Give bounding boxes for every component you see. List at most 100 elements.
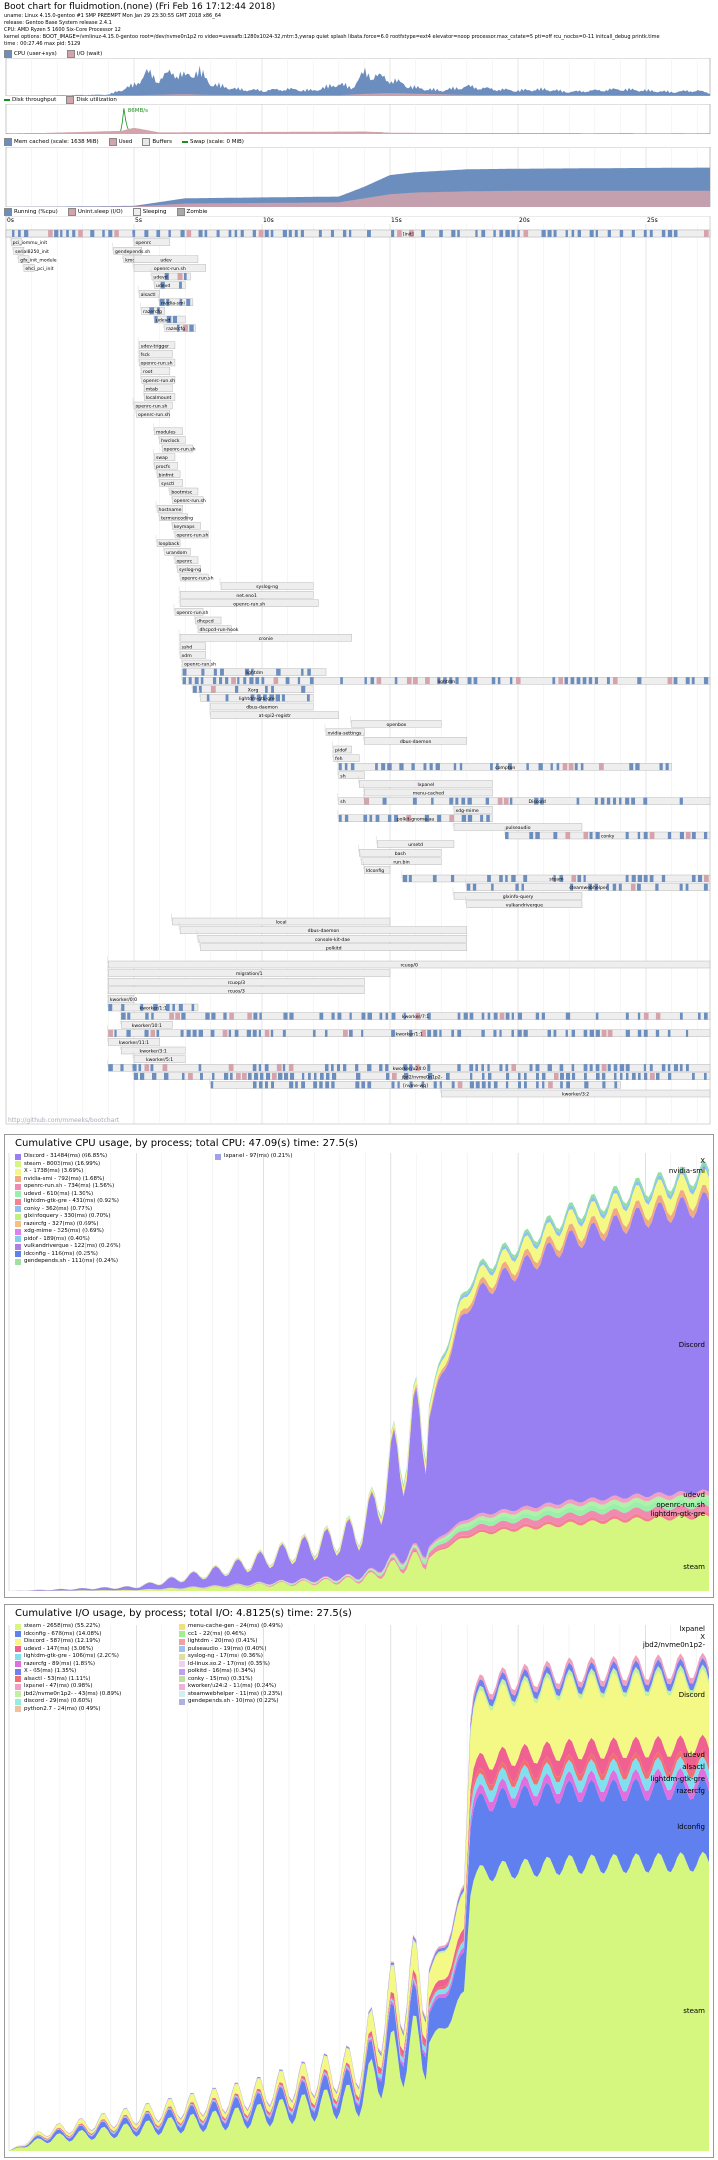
process-activity xyxy=(606,677,610,685)
process-activity xyxy=(258,1081,263,1089)
process-activity xyxy=(649,875,654,882)
process-activity xyxy=(222,1029,228,1037)
process-activity xyxy=(614,1081,618,1089)
process-activity xyxy=(469,1064,474,1072)
process-label: at-spi2-registr xyxy=(259,713,291,719)
process-activity xyxy=(213,668,217,676)
process-activity xyxy=(200,677,204,685)
process-activity xyxy=(553,1029,557,1037)
process-activity xyxy=(206,694,210,702)
process-label: pidof xyxy=(335,748,347,754)
process-label: local xyxy=(276,920,287,926)
process-activity xyxy=(521,883,524,891)
process-activity xyxy=(210,1029,215,1037)
process-activity xyxy=(493,1029,497,1037)
process-activity xyxy=(481,1012,485,1020)
process-label: ldconfig xyxy=(366,868,384,874)
process-label: hostname xyxy=(159,507,182,513)
process-activity xyxy=(450,875,455,882)
process-activity xyxy=(619,230,624,237)
process-label: pulseaudio xyxy=(505,825,530,831)
process-activity xyxy=(637,883,641,891)
process-activity xyxy=(631,875,636,882)
process-activity xyxy=(387,814,392,822)
process-activity xyxy=(282,1029,286,1037)
process-activity xyxy=(342,230,347,237)
process-activity xyxy=(626,1072,629,1080)
chart-header: Boot chart for fluidmotion.(none) (Fri F… xyxy=(4,2,714,48)
process-activity xyxy=(302,1072,305,1080)
process-label: openrc xyxy=(136,240,152,246)
process-activity xyxy=(387,763,392,771)
process-activity xyxy=(108,230,113,237)
process-activity xyxy=(565,1012,571,1020)
process-activity xyxy=(219,677,223,685)
header-line-cpu: CPU: AMD Ryzen 5 1600 Six-Core Processor… xyxy=(4,27,121,33)
process-activity xyxy=(649,1064,653,1072)
process-activity xyxy=(692,1072,695,1080)
process-activity xyxy=(294,230,298,237)
process-label: kworker/10:1 xyxy=(132,1023,162,1029)
process-activity xyxy=(201,668,205,676)
process-activity xyxy=(200,1072,203,1080)
process-activity xyxy=(536,1081,539,1089)
process-activity xyxy=(594,797,598,805)
process-activity xyxy=(234,230,238,237)
process-activity xyxy=(505,230,510,237)
process-activity xyxy=(361,1029,364,1037)
process-activity xyxy=(48,230,53,237)
process-activity xyxy=(571,1029,576,1037)
process-activity xyxy=(612,883,617,891)
process-activity xyxy=(283,1012,288,1020)
process-activity xyxy=(601,1029,607,1037)
process-activity xyxy=(673,1064,679,1072)
process-activity xyxy=(565,1029,568,1037)
process-activity xyxy=(307,668,311,676)
process-label: fsck xyxy=(141,352,151,358)
process-activity xyxy=(589,230,594,237)
process-label: ehci_pci_init xyxy=(25,266,53,272)
process-label: gendepends.sh xyxy=(115,249,150,255)
process-activity xyxy=(469,1081,475,1089)
process-activity xyxy=(324,1029,328,1037)
process-activity xyxy=(499,875,503,882)
process-activity xyxy=(598,763,604,771)
process-activity xyxy=(134,1072,139,1080)
process-activity xyxy=(602,1072,606,1080)
process-activity xyxy=(228,1029,232,1037)
disk-legend-item: Disk throughput xyxy=(4,97,56,103)
band-label: openrc-run.sh xyxy=(656,1501,705,1509)
process-activity xyxy=(523,1029,528,1037)
process-activity xyxy=(602,1081,606,1089)
process-activity xyxy=(289,1081,294,1089)
process-activity xyxy=(511,1029,514,1037)
process-label: vulkandriverque xyxy=(506,902,543,908)
process-activity xyxy=(386,1072,390,1080)
process-activity xyxy=(258,1029,261,1037)
process-activity xyxy=(306,694,310,702)
process-activity xyxy=(703,230,709,237)
process-activity xyxy=(459,763,463,771)
process-activity xyxy=(313,1081,318,1089)
process-label: termencoding xyxy=(161,515,193,521)
process-activity xyxy=(229,1012,234,1020)
process-activity xyxy=(423,763,427,771)
process-activity xyxy=(412,677,418,685)
io-cumulative-chart: lxpanelXjbd2/nvme0n1p2- Discord udevd alsac… xyxy=(8,1625,709,2151)
process-activity xyxy=(270,230,274,237)
process-label: migration/1 xyxy=(236,971,263,977)
band-label: X xyxy=(700,1633,705,1641)
process-activity xyxy=(607,1029,613,1037)
process-activity xyxy=(541,230,546,237)
chart-frame xyxy=(5,104,711,134)
process-activity xyxy=(535,1064,540,1072)
process-activity xyxy=(661,1064,666,1072)
process-activity xyxy=(511,1064,516,1072)
process-activity xyxy=(439,1029,442,1037)
process-activity xyxy=(574,763,578,771)
process-activity xyxy=(481,230,486,237)
process-activity xyxy=(177,273,183,280)
process-activity xyxy=(503,797,509,805)
process-activity xyxy=(162,1064,168,1072)
process-label: kworker/3:2 xyxy=(562,1092,589,1098)
